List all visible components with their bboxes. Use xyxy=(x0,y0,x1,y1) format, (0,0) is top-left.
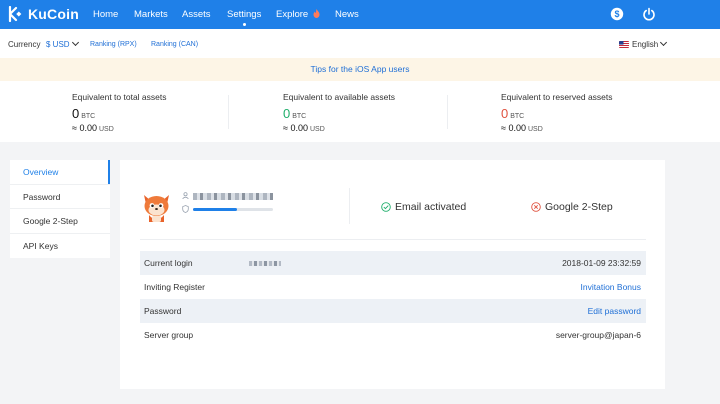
sidebar-item-password[interactable]: Password xyxy=(10,185,110,209)
total-btc-value: 0 xyxy=(72,106,80,121)
power-icon[interactable] xyxy=(642,7,656,21)
chevron-down-icon xyxy=(660,38,668,47)
usd-unit: USD xyxy=(309,126,325,133)
total-usd-value: ≈ 0.00 xyxy=(72,123,97,133)
settings-sidebar: Overview Password Google 2-Step API Keys xyxy=(10,160,110,258)
sidebar-item-api-keys[interactable]: API Keys xyxy=(10,234,110,259)
fire-icon xyxy=(313,9,320,18)
divider xyxy=(140,239,646,240)
kucoin-logo-icon xyxy=(8,6,22,22)
usd-unit: USD xyxy=(527,126,543,133)
nav-news[interactable]: News xyxy=(335,9,359,20)
available-usd-value: ≈ 0.00 xyxy=(283,123,308,133)
available-assets: Equivalent to available assets 0 BTC ≈ 0.… xyxy=(283,92,395,133)
currency-value: $ USD xyxy=(46,40,70,49)
password-label: Password xyxy=(144,306,182,316)
current-login-label: Current login xyxy=(144,258,193,268)
sidebar-item-overview[interactable]: Overview xyxy=(10,160,110,185)
google-2-step-label: Google 2-Step xyxy=(545,201,613,213)
current-login-time: 2018-01-09 23:32:59 xyxy=(562,258,641,268)
available-assets-label: Equivalent to available assets xyxy=(283,92,395,102)
usd-unit: USD xyxy=(98,126,114,133)
nav-settings[interactable]: Settings xyxy=(227,9,262,26)
login-ip-masked xyxy=(249,261,281,266)
sidebar-item-label: Google 2-Step xyxy=(23,216,78,226)
currency-label: Currency xyxy=(8,40,41,49)
language-label: English xyxy=(632,40,659,49)
reserved-btc-value: 0 xyxy=(501,106,509,121)
nav-markets[interactable]: Markets xyxy=(134,9,168,20)
inviting-register-row: Inviting Register Invitation Bonus xyxy=(140,275,646,299)
google-2-step-status[interactable]: Google 2-Step xyxy=(531,201,613,213)
sub-bar: Currency $ USD Ranking (RPX) Ranking (CA… xyxy=(0,29,720,58)
account-overview-card: Email activated Google 2-Step Current lo… xyxy=(120,160,665,389)
current-login-row: Current login 2018-01-09 23:32:59 xyxy=(140,251,646,275)
assets-summary: Equivalent to total assets 0 BTC ≈ 0.00 US… xyxy=(0,81,720,142)
reserved-usd-value: ≈ 0.00 xyxy=(501,123,526,133)
nav-home[interactable]: Home xyxy=(93,9,118,20)
btc-unit: BTC xyxy=(81,113,96,120)
divider xyxy=(228,95,229,129)
nav-settings-label: Settings xyxy=(227,9,262,20)
brand-name: KuCoin xyxy=(28,6,79,22)
ranking-rpx-link[interactable]: Ranking (RPX) xyxy=(90,41,137,48)
divider xyxy=(349,188,350,224)
kucoin-logo[interactable]: KuCoin xyxy=(8,5,79,23)
svg-text:$: $ xyxy=(614,9,619,19)
ios-tips-banner[interactable]: Tips for the iOS App users xyxy=(0,58,720,81)
divider xyxy=(447,95,448,129)
reserved-assets: Equivalent to reserved assets 0 BTC ≈ 0.0… xyxy=(501,92,613,133)
user-icon xyxy=(182,192,189,199)
tips-text: Tips for the iOS App users xyxy=(310,64,410,74)
chevron-down-icon xyxy=(71,38,79,47)
dollar-circle-icon[interactable]: $ xyxy=(610,7,624,21)
reserved-assets-label: Equivalent to reserved assets xyxy=(501,92,613,102)
sidebar-item-label: Overview xyxy=(23,167,59,177)
currency-selector[interactable]: $ USD xyxy=(46,38,79,49)
total-assets: Equivalent to total assets 0 BTC ≈ 0.00 US… xyxy=(72,92,167,133)
username-masked xyxy=(193,193,273,200)
server-group-value: server-group@japan-6 xyxy=(555,330,641,340)
sidebar-item-label: API Keys xyxy=(23,240,58,251)
nav-assets[interactable]: Assets xyxy=(182,9,211,20)
sidebar-item-google-2-step[interactable]: Google 2-Step xyxy=(10,209,110,234)
security-level-bar xyxy=(193,208,273,211)
check-circle-icon xyxy=(381,202,391,212)
nav-explore-label: Explore xyxy=(276,9,309,20)
top-navbar: KuCoin Home Markets Assets Settings Expl… xyxy=(0,0,720,29)
available-btc-value: 0 xyxy=(283,106,291,121)
email-status-label: Email activated xyxy=(395,201,467,213)
server-group-row: Server group server-group@japan-6 xyxy=(140,323,646,347)
close-circle-icon xyxy=(531,202,541,212)
btc-unit: BTC xyxy=(292,113,307,120)
btc-unit: BTC xyxy=(510,113,525,120)
ranking-can-link[interactable]: Ranking (CAN) xyxy=(151,41,198,48)
inviting-register-label: Inviting Register xyxy=(144,282,205,292)
language-selector[interactable]: English xyxy=(619,38,668,49)
nav-explore[interactable]: Explore xyxy=(276,9,320,20)
sidebar-item-label: Password xyxy=(23,191,61,202)
avatar xyxy=(144,195,169,222)
security-level-fill xyxy=(193,208,237,211)
total-assets-label: Equivalent to total assets xyxy=(72,92,167,102)
password-row: Password Edit password xyxy=(140,299,646,323)
us-flag-icon xyxy=(619,41,629,48)
invitation-bonus-link[interactable]: Invitation Bonus xyxy=(581,282,641,292)
edit-password-link[interactable]: Edit password xyxy=(588,306,641,316)
server-group-label: Server group xyxy=(144,330,194,340)
shield-icon xyxy=(182,205,189,213)
active-indicator xyxy=(242,23,246,26)
email-status[interactable]: Email activated xyxy=(381,201,466,213)
